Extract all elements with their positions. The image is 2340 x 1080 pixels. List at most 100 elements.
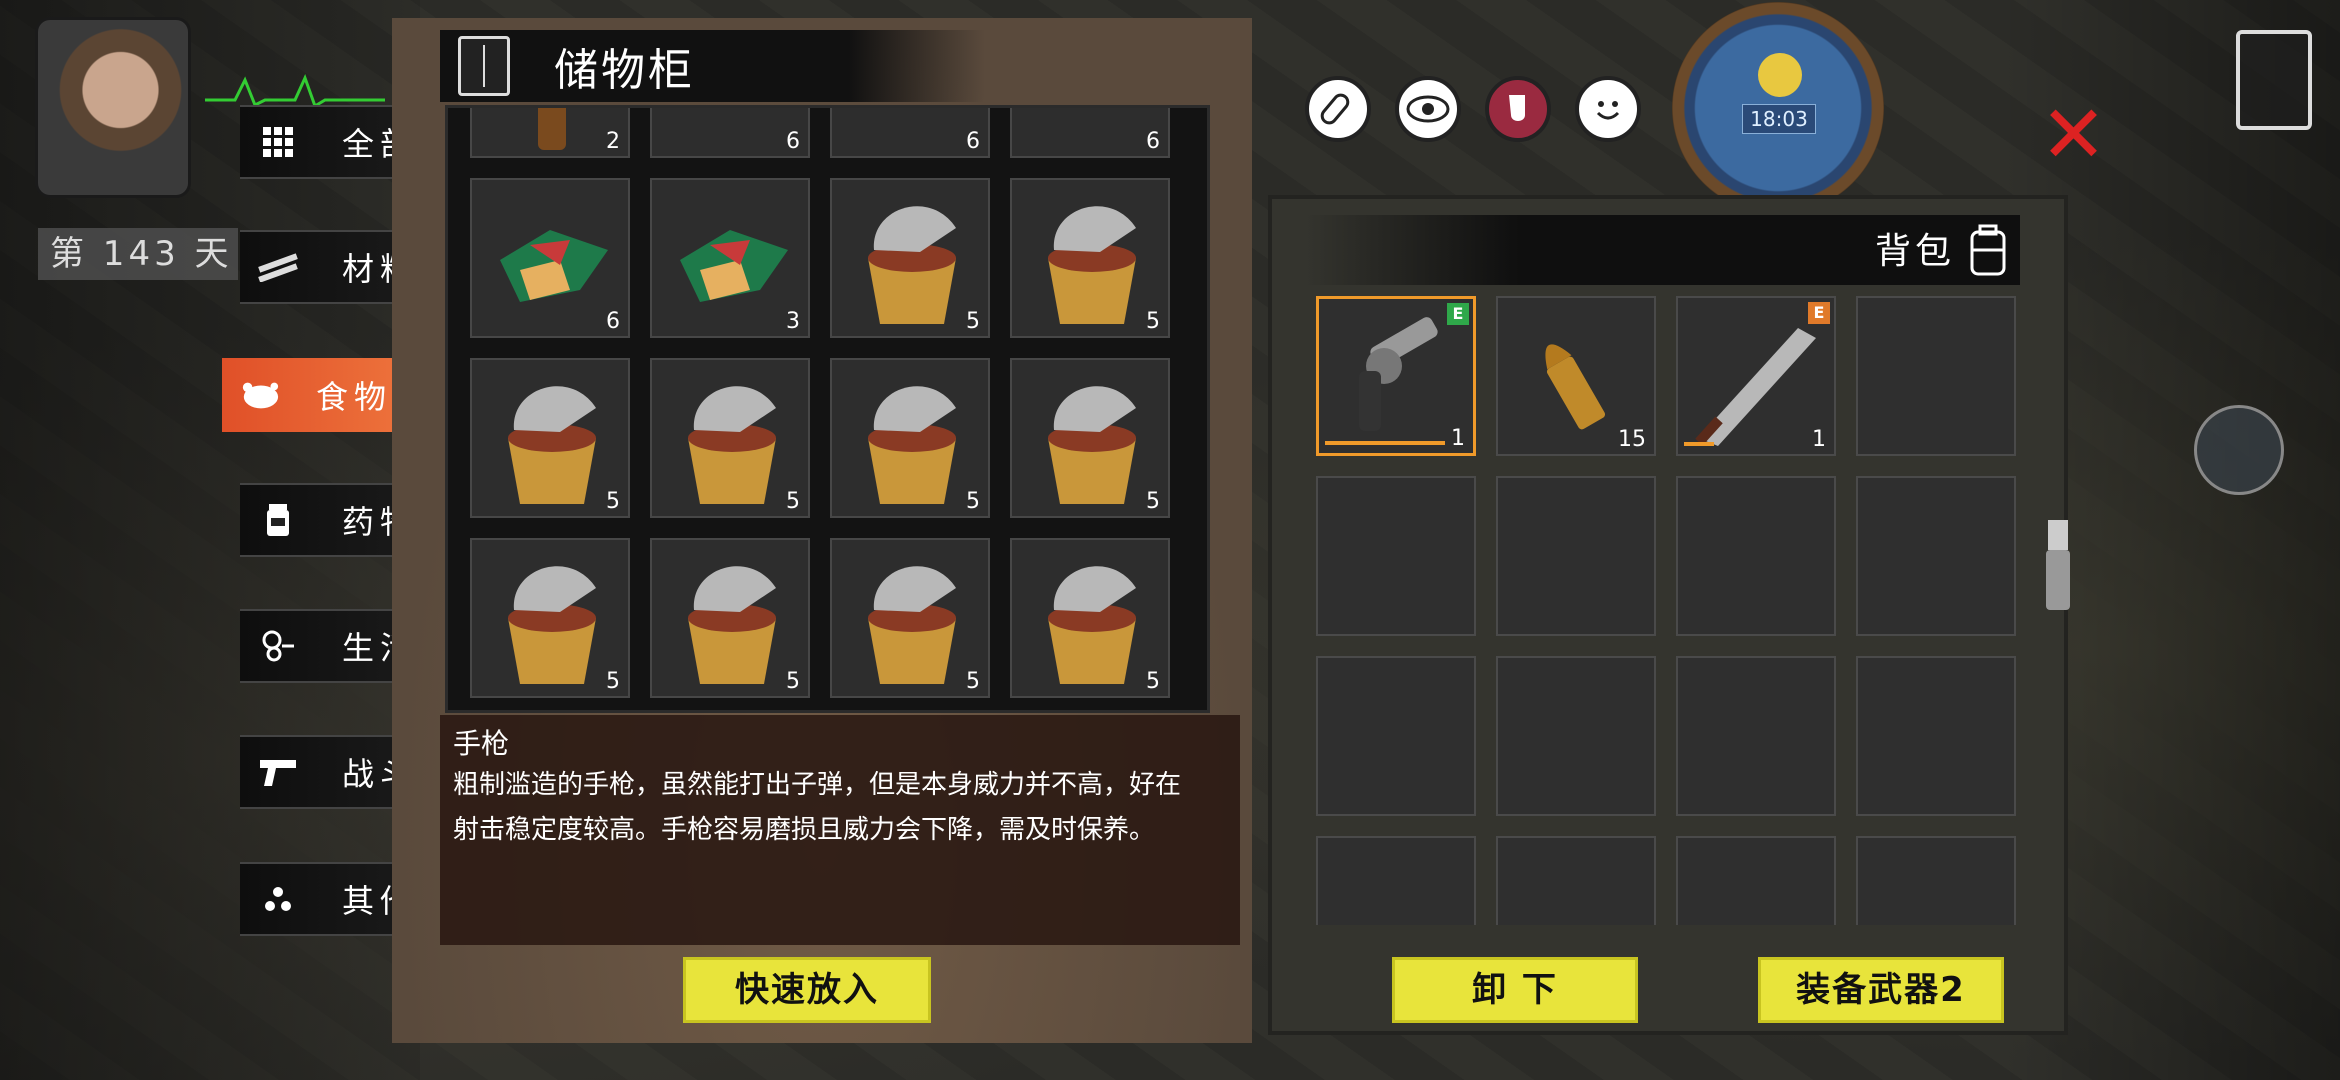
item-quantity: 5 — [786, 489, 800, 514]
storage-slot[interactable]: 5 — [830, 358, 990, 518]
clock-time: 18:03 — [1742, 104, 1816, 134]
item-quantity: 5 — [606, 669, 620, 694]
mood-status-icon[interactable] — [1575, 76, 1641, 142]
storage-slot[interactable]: 6 — [830, 108, 990, 158]
storage-grid[interactable]: 2 6 6 6 6 3 5 5 5 5 5 5 5 5 5 5 — [445, 105, 1210, 713]
dots-icon — [258, 879, 298, 919]
storage-slot[interactable]: 5 — [470, 358, 630, 518]
faucet-action-icon[interactable] — [2194, 405, 2284, 495]
exit-door-icon[interactable] — [2236, 30, 2312, 130]
instant-noodle-icon — [508, 566, 596, 684]
quick-put-button[interactable]: 快速放入 — [683, 957, 931, 1023]
backpack-slot-empty[interactable] — [1856, 476, 2016, 636]
item-title: 手枪 — [453, 727, 510, 760]
item-quantity: 5 — [966, 669, 980, 694]
item-quantity: 5 — [1146, 669, 1160, 694]
storage-slot[interactable]: 5 — [470, 538, 630, 698]
instant-noodle-icon — [868, 206, 956, 324]
item-quantity: 5 — [966, 309, 980, 334]
instant-noodle-icon — [1048, 206, 1136, 324]
storage-slot[interactable]: 5 — [650, 538, 810, 698]
backpack-slot-empty[interactable] — [1496, 836, 1656, 925]
stomach-status-icon[interactable] — [1485, 76, 1551, 142]
item-quantity: 3 — [786, 309, 800, 334]
planks-icon — [258, 247, 298, 287]
storage-slot[interactable]: 5 — [1010, 538, 1170, 698]
storage-slot[interactable]: 5 — [830, 178, 990, 338]
close-icon[interactable]: ✕ — [2040, 95, 2107, 175]
storage-slot[interactable]: 3 — [650, 178, 810, 338]
storage-slot[interactable]: 6 — [470, 178, 630, 338]
bullet-icon — [1545, 344, 1606, 430]
item-quantity: 2 — [606, 129, 620, 154]
instant-noodle-icon — [1048, 566, 1136, 684]
item-quantity: 5 — [786, 669, 800, 694]
cabinet-icon — [458, 36, 510, 96]
wrapped-food-icon — [680, 230, 788, 302]
storage-slot[interactable]: 5 — [1010, 178, 1170, 338]
backpack-slot-empty[interactable] — [1856, 836, 2016, 925]
backpack-slot-empty[interactable] — [1676, 656, 1836, 816]
pistol-icon — [258, 752, 298, 792]
backpack-slot-empty[interactable] — [1496, 656, 1656, 816]
zipper-handle-icon[interactable] — [2040, 520, 2076, 620]
item-quantity: 5 — [966, 489, 980, 514]
heartbeat-icon — [205, 74, 385, 109]
storage-slot[interactable]: 2 — [470, 108, 630, 158]
item-quantity: 6 — [606, 309, 620, 334]
player-portrait[interactable] — [38, 20, 188, 195]
item-quantity: 15 — [1618, 427, 1646, 452]
backpack-slot-empty[interactable] — [1856, 656, 2016, 816]
storage-slot[interactable]: 6 — [650, 108, 810, 158]
pill-status-icon[interactable] — [1305, 76, 1371, 142]
backpack-slot-empty[interactable] — [1856, 296, 2016, 456]
storage-slot[interactable]: 5 — [1010, 358, 1170, 518]
equipped-badge: E — [1808, 302, 1830, 324]
storage-slot[interactable]: 6 — [1010, 108, 1170, 158]
medicine-icon — [258, 500, 298, 540]
equipped-badge: E — [1447, 303, 1469, 325]
category-label: 食物 — [316, 378, 393, 416]
backpack-slot-empty[interactable] — [1316, 656, 1476, 816]
backpack-slot[interactable]: E 1 — [1676, 296, 1836, 456]
item-quantity: 6 — [966, 129, 980, 154]
backpack-slot-empty[interactable] — [1316, 836, 1476, 925]
sun-icon — [1758, 53, 1802, 97]
instant-noodle-icon — [1048, 386, 1136, 504]
item-quantity: 5 — [606, 489, 620, 514]
eye-status-icon[interactable] — [1395, 76, 1461, 142]
unload-button[interactable]: 卸 下 — [1392, 957, 1638, 1023]
instant-noodle-icon — [508, 386, 596, 504]
item-quantity: 1 — [1812, 427, 1826, 452]
backpack-title: 背包 — [1875, 231, 1956, 272]
backpack-slot-empty[interactable] — [1676, 476, 1836, 636]
item-quantity: 5 — [1146, 489, 1160, 514]
instant-noodle-icon — [688, 386, 776, 504]
bottle-icon — [538, 108, 566, 150]
backpack-slot-empty[interactable] — [1496, 476, 1656, 636]
chicken-icon — [240, 375, 280, 415]
storage-slot[interactable]: 5 — [650, 358, 810, 518]
backpack-slot-empty[interactable] — [1676, 836, 1836, 925]
backpack-slot-empty[interactable] — [1316, 476, 1476, 636]
equip-weapon-2-button[interactable]: 装备武器2 — [1758, 957, 2004, 1023]
instant-noodle-icon — [868, 566, 956, 684]
backpack-icon — [1970, 224, 2006, 276]
storage-slot[interactable]: 5 — [830, 538, 990, 698]
grid-icon — [258, 122, 298, 162]
storage-title: 储物柜 — [554, 45, 695, 96]
day-counter: 第 143 天 — [38, 228, 238, 280]
instant-noodle-icon — [688, 566, 776, 684]
backpack-slot-selected[interactable]: E 1 — [1316, 296, 1476, 456]
durability-bar — [1684, 442, 1714, 446]
instant-noodle-icon — [868, 386, 956, 504]
revolver-icon — [1359, 317, 1438, 431]
backpack-grid[interactable]: E 1 15 E 1 — [1310, 290, 2030, 925]
tools-icon — [258, 626, 298, 666]
durability-bar — [1325, 441, 1445, 445]
item-quantity: 6 — [786, 129, 800, 154]
wrapped-food-icon — [500, 230, 608, 302]
item-quantity: 6 — [1146, 129, 1160, 154]
item-quantity: 5 — [1146, 309, 1160, 334]
backpack-slot[interactable]: 15 — [1496, 296, 1656, 456]
